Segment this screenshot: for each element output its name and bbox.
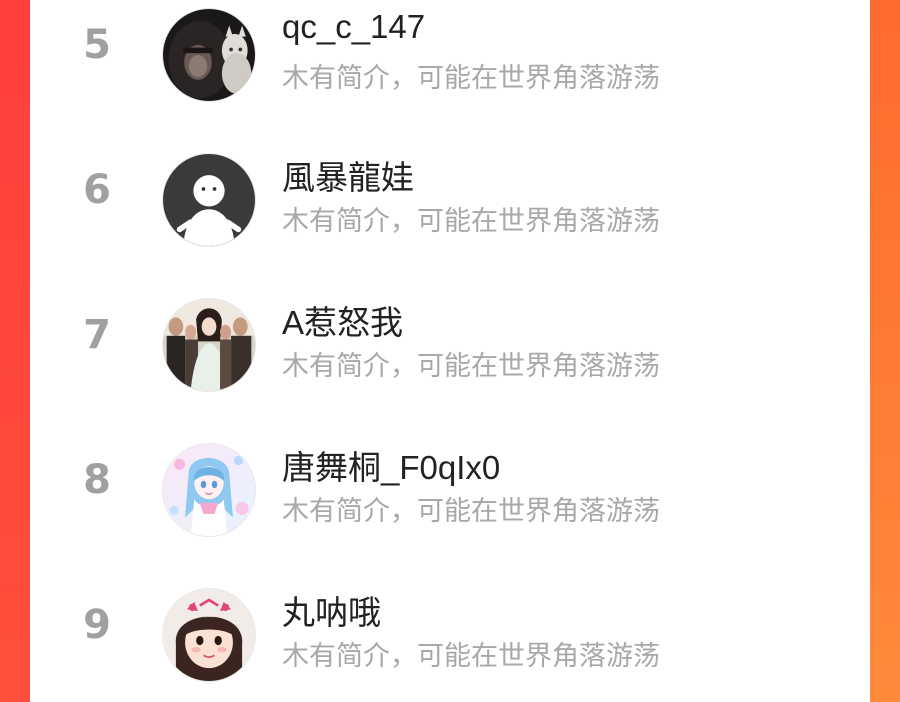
- list-item[interactable]: 7 A惹怒我 木有简介，可能在世界角落游荡: [30, 290, 870, 410]
- child-photo-avatar-icon[interactable]: [162, 588, 256, 682]
- list-item[interactable]: 6 風暴龍娃 木有简介，可能在世界角落游荡: [30, 145, 870, 265]
- user-name[interactable]: A惹怒我: [282, 296, 403, 344]
- rank-number: 9: [83, 602, 111, 648]
- rank-number: 7: [83, 312, 111, 358]
- list-item[interactable]: 9 丸呐哦 木有简介，可能在世界角落游荡: [30, 580, 870, 700]
- avatar-image: [163, 589, 255, 681]
- rank-number: 8: [83, 457, 111, 503]
- user-bio: 木有简介，可能在世界角落游荡: [282, 351, 660, 381]
- user-bio: 木有简介，可能在世界角落游荡: [282, 496, 660, 526]
- avatar-image: [163, 299, 255, 391]
- user-bio: 木有简介，可能在世界角落游荡: [282, 63, 660, 93]
- rank-number: 6: [83, 167, 111, 213]
- avatar-image: [163, 444, 255, 536]
- default-person-avatar-icon[interactable]: [162, 153, 256, 247]
- left-background-edge: [0, 0, 30, 702]
- right-background-edge: [870, 0, 900, 702]
- user-name[interactable]: 唐舞桐_F0qIx0: [282, 441, 500, 489]
- dark-hood-cat-avatar-icon[interactable]: [162, 8, 256, 102]
- user-bio: 木有简介，可能在世界角落游荡: [282, 206, 660, 236]
- avatar-image: [163, 154, 255, 246]
- user-name[interactable]: qc_c_147: [282, 8, 425, 46]
- user-name[interactable]: 丸呐哦: [282, 586, 381, 634]
- ranking-list-panel[interactable]: 5 qc_c_147 木有简介，可能在世界角落游荡 6 風暴龍娃 木有简介，可能…: [30, 0, 870, 702]
- ranking-screen: 5 qc_c_147 木有简介，可能在世界角落游荡 6 風暴龍娃 木有简介，可能…: [0, 0, 900, 702]
- list-item[interactable]: 8 唐舞桐_F0qIx0 木有简介，可能在世界角落游荡: [30, 435, 870, 555]
- user-bio: 木有简介，可能在世界角落游荡: [282, 641, 660, 671]
- group-photo-avatar-icon[interactable]: [162, 298, 256, 392]
- anime-girl-avatar-icon[interactable]: [162, 443, 256, 537]
- list-item[interactable]: 5 qc_c_147 木有简介，可能在世界角落游荡: [30, 0, 870, 120]
- user-name[interactable]: 風暴龍娃: [282, 151, 414, 199]
- rank-number: 5: [83, 22, 111, 68]
- avatar-image: [163, 9, 255, 101]
